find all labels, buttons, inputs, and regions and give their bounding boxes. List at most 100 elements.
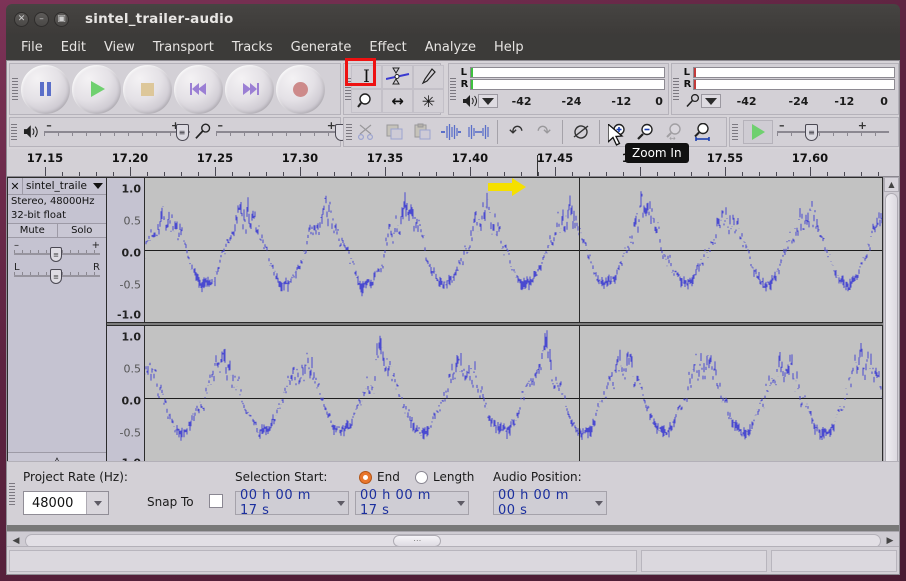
selection-end-spinner[interactable] (456, 500, 467, 506)
skip-to-end-button[interactable] (225, 64, 274, 114)
track-gain-slider[interactable]: – + ≡ (14, 240, 100, 262)
menu-view[interactable]: View (95, 37, 144, 58)
vruler-label: 0.5 (123, 362, 142, 376)
mixer-grip[interactable] (10, 118, 19, 146)
ruler-label: 17.25 (196, 151, 234, 165)
play-speed-icon (751, 124, 765, 140)
audio-position-spinner[interactable] (594, 500, 605, 506)
menu-tracks[interactable]: Tracks (223, 37, 282, 58)
cut-button[interactable] (353, 119, 381, 145)
copy-button[interactable] (381, 119, 409, 145)
vertical-ruler-right: 1.0 0.5 0.0 -0.5 -1.0 (107, 325, 145, 471)
maximize-icon[interactable]: ▣ (54, 11, 69, 27)
vertical-scroll-thumb[interactable] (885, 193, 898, 501)
menu-file[interactable]: File (12, 37, 52, 58)
selection-toolbar-grip[interactable] (7, 462, 16, 525)
play-meter-right-label: R (683, 78, 692, 90)
play-speed-grip[interactable] (730, 118, 739, 146)
playback-meter-toolbar[interactable]: L R -42 -24 -12 0 (671, 63, 899, 115)
menu-analyze[interactable]: Analyze (416, 37, 485, 58)
output-volume-slider[interactable]: – + ≡ (44, 119, 191, 143)
project-rate-combo[interactable]: 48000 (23, 491, 109, 515)
pan-thumb[interactable]: ≡ (50, 269, 63, 284)
menu-help[interactable]: Help (485, 37, 533, 58)
undo-button[interactable]: ↶ (502, 119, 530, 145)
selection-start-value: 00 h 00 m 17 s (240, 488, 311, 518)
play-button[interactable] (72, 64, 121, 114)
close-icon[interactable]: ✕ (14, 11, 29, 27)
minimize-icon[interactable]: – (34, 11, 49, 27)
chevron-down-icon[interactable] (93, 183, 103, 189)
fit-selection-button[interactable]: ↔ (660, 119, 688, 145)
timeline-ruler[interactable]: 17.15 17.20 17.25 17.30 17.35 17.40 17.4… (7, 149, 899, 177)
selection-end-field[interactable]: 00 h 00 m 17 s (355, 488, 469, 518)
playback-speed-slider[interactable]: – + ≡ (777, 119, 889, 143)
mute-button[interactable]: Mute (8, 224, 58, 237)
toolbar-grip[interactable] (10, 64, 19, 114)
waveform-right[interactable] (145, 325, 883, 471)
menu-effect[interactable]: Effect (360, 37, 415, 58)
vruler-label: -0.5 (119, 278, 141, 292)
recording-meter-toolbar[interactable]: L R -42 -24 -12 0 (448, 63, 669, 115)
menu-edit[interactable]: Edit (52, 37, 95, 58)
solo-button[interactable]: Solo (57, 224, 106, 237)
ruler-label: 17.40 (451, 151, 489, 165)
ibeam-icon: I (363, 67, 370, 87)
playback-speed-thumb[interactable]: ≡ (805, 124, 818, 141)
multi-tool-button[interactable]: ✳ (413, 89, 444, 113)
selection-start-spinner[interactable] (336, 500, 347, 506)
track-control-panel[interactable]: ✕ sintel_traile Stereo, 48000Hz 32-bit f… (7, 177, 107, 469)
draw-tool-button[interactable] (413, 65, 444, 89)
project-rate-value: 48000 (32, 495, 74, 511)
silence-audio-button[interactable] (465, 119, 493, 145)
end-label: End (377, 470, 400, 484)
status-rate-field (641, 549, 767, 572)
menu-transport[interactable]: Transport (144, 37, 223, 58)
scissors-icon (357, 124, 374, 141)
play-meter-dropdown[interactable] (700, 94, 721, 108)
horizontal-scroll-thumb[interactable]: ⋯ (393, 534, 442, 547)
envelope-tool-button[interactable] (382, 65, 413, 89)
fit-project-button[interactable] (688, 119, 716, 145)
record-meter-dropdown[interactable] (477, 94, 498, 108)
audio-position-field[interactable]: 00 h 00 m 00 s (493, 488, 607, 518)
paste-button[interactable] (409, 119, 437, 145)
track-name-label[interactable]: sintel_traile (23, 180, 93, 192)
meter-scale-12: -12 (611, 94, 632, 108)
vruler-label: 0.0 (121, 394, 142, 408)
zoom-in-tooltip: Zoom In (625, 143, 689, 163)
pause-button[interactable] (21, 64, 70, 114)
selection-start-field[interactable]: 00 h 00 m 17 s (235, 488, 349, 518)
play-scale-12: -12 (834, 94, 855, 108)
ruler-label: 17.20 (111, 151, 149, 165)
gain-thumb[interactable]: ≡ (50, 247, 63, 262)
sync-lock-icon (573, 125, 589, 139)
paste-icon (414, 123, 431, 140)
sync-lock-button[interactable] (567, 119, 595, 145)
skip-to-start-button[interactable] (174, 64, 223, 114)
zoom-tool-button[interactable] (351, 89, 382, 113)
track-close-button[interactable]: ✕ (8, 178, 23, 194)
zoom-out-button[interactable] (632, 119, 660, 145)
edit-grip[interactable] (344, 118, 353, 146)
redo-button[interactable]: ↷ (530, 119, 558, 145)
trim-audio-button[interactable] (437, 119, 465, 145)
skip-end-icon (242, 83, 259, 95)
play-at-speed-button[interactable] (743, 120, 773, 144)
track-pan-slider[interactable]: LR ≡ (14, 262, 100, 284)
scroll-up-button[interactable]: ▲ (884, 177, 899, 192)
end-radio[interactable] (359, 471, 372, 484)
output-volume-thumb[interactable]: ≡ (175, 124, 189, 141)
selection-tool-button[interactable]: I (351, 65, 382, 89)
snap-to-checkbox[interactable] (209, 494, 223, 508)
play-at-speed-toolbar: – + ≡ (729, 117, 899, 147)
record-button[interactable] (276, 64, 325, 114)
length-radio[interactable] (415, 471, 428, 484)
timeshift-tool-button[interactable]: ↔ (382, 89, 413, 113)
menu-generate[interactable]: Generate (282, 37, 361, 58)
play-meter-grip[interactable] (672, 64, 681, 114)
chevron-down-icon[interactable] (86, 492, 108, 514)
record-meter-grip[interactable] (449, 64, 458, 114)
input-volume-slider[interactable]: – + (215, 119, 349, 143)
stop-button[interactable] (123, 64, 172, 114)
